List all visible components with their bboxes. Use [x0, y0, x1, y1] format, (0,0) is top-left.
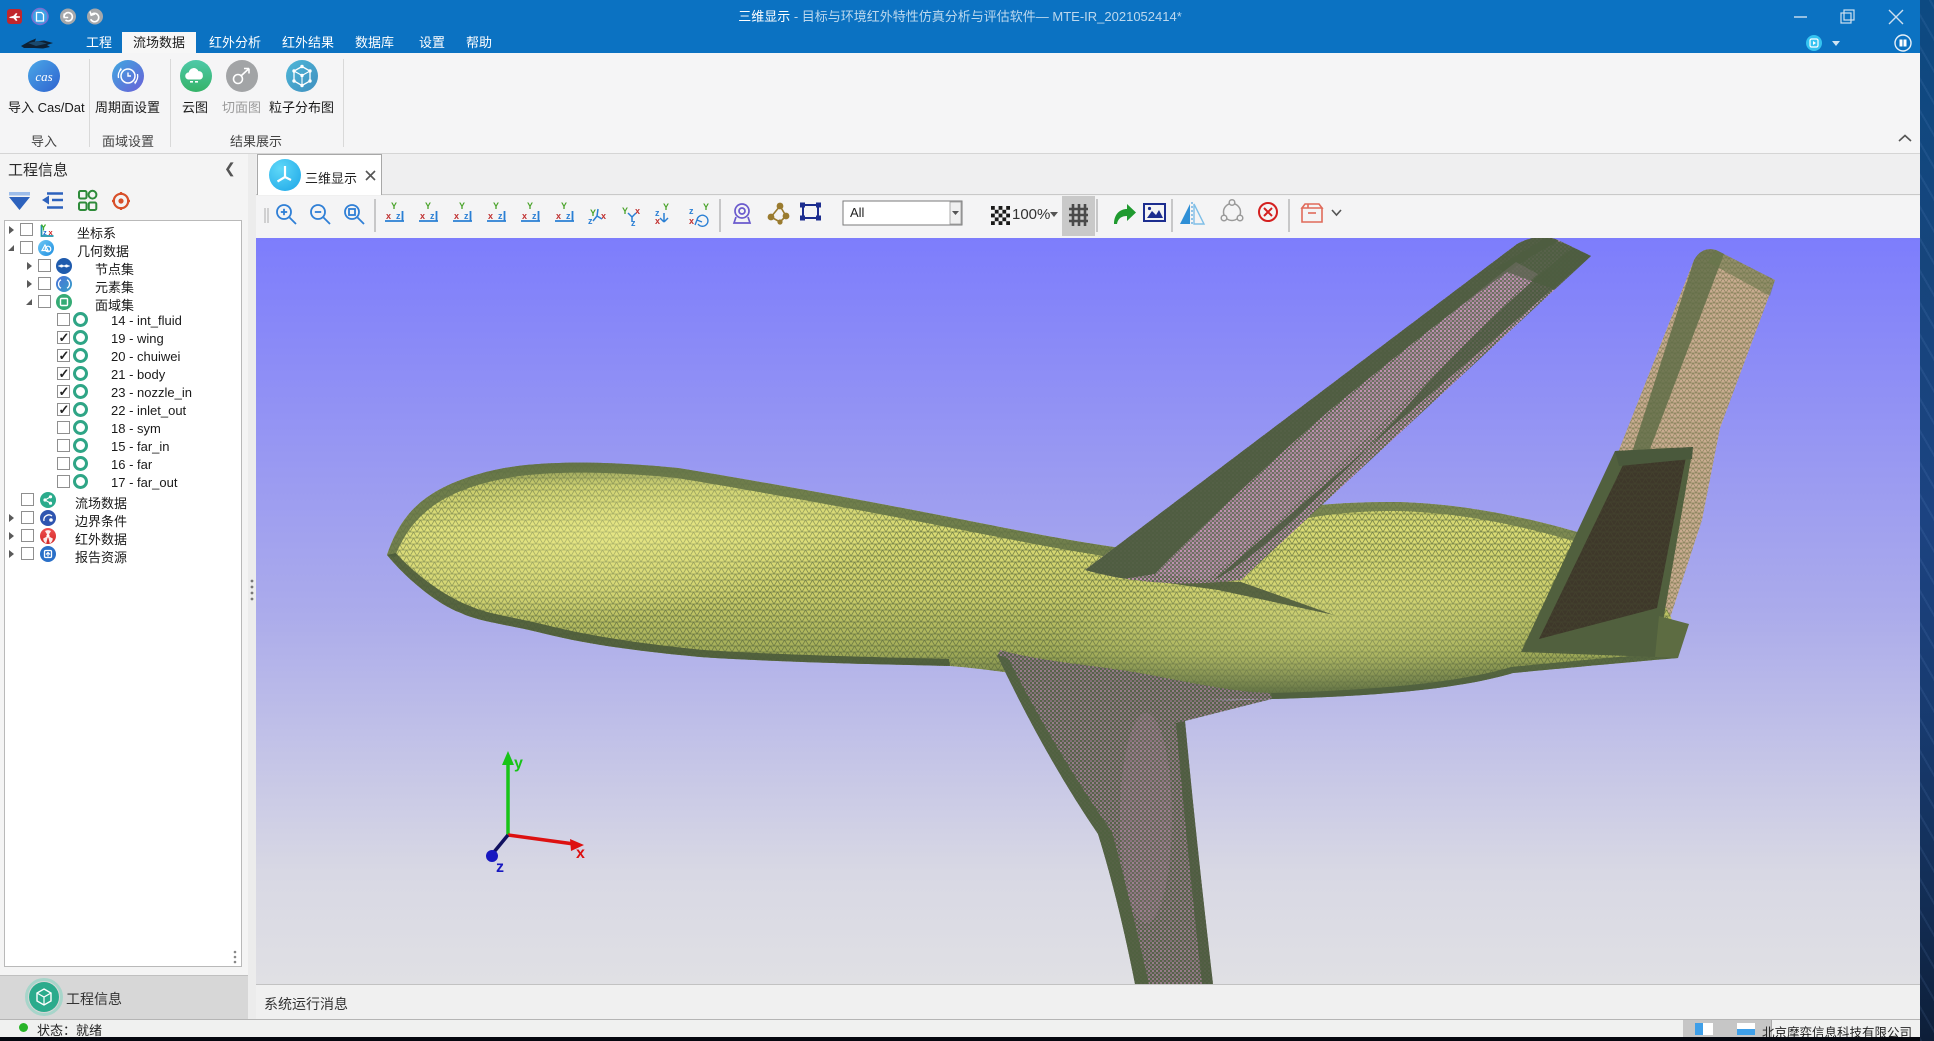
- svg-text:Y: Y: [622, 206, 628, 216]
- svg-text:z: z: [689, 206, 694, 216]
- svg-text:All: All: [850, 205, 865, 220]
- svg-text:Y: Y: [703, 202, 709, 212]
- svg-text:y: y: [514, 755, 523, 772]
- svg-text:x: x: [655, 216, 660, 226]
- svg-text:x: x: [601, 211, 606, 221]
- svg-text:x: x: [576, 845, 585, 862]
- svg-text:cas: cas: [35, 69, 52, 84]
- svg-text:100%: 100%: [1012, 206, 1050, 223]
- svg-text:Y: Y: [663, 202, 669, 212]
- svg-text:z: z: [43, 228, 47, 237]
- svg-text:x: x: [635, 206, 640, 216]
- svg-text:z: z: [496, 859, 504, 876]
- svg-text:z: z: [588, 216, 593, 226]
- svg-text:x: x: [689, 216, 694, 226]
